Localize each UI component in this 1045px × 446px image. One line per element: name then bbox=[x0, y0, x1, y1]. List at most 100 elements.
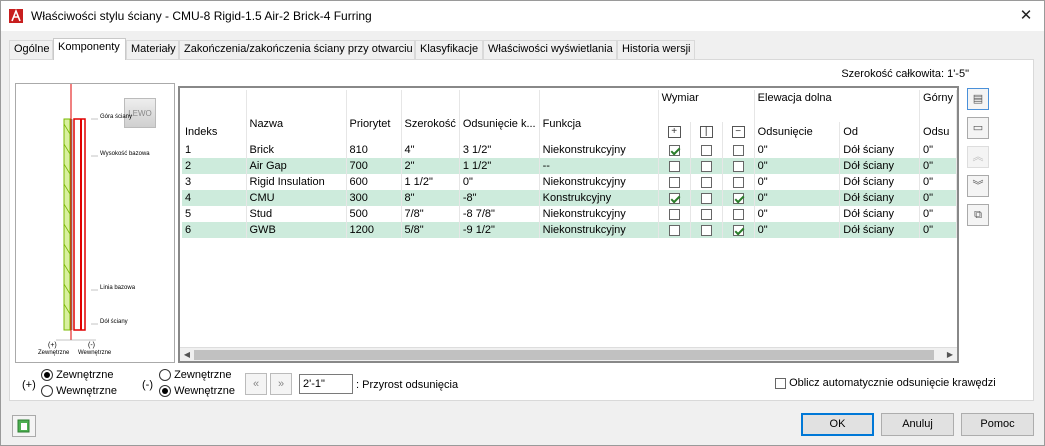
tab-endcaps[interactable]: Zakończenia/zakończenia ściany przy otwa… bbox=[179, 40, 415, 59]
cell-dim-both[interactable] bbox=[658, 174, 691, 190]
dimension-checkbox[interactable] bbox=[700, 160, 712, 172]
left-interior-radio[interactable] bbox=[41, 385, 53, 398]
header-offset[interactable]: Odsunięcie k... bbox=[459, 106, 540, 142]
cell-top-offset[interactable]: 0" bbox=[919, 158, 957, 174]
cell-name[interactable]: Brick bbox=[246, 142, 347, 158]
tab-version-history[interactable]: Historia wersji bbox=[617, 40, 695, 59]
cell-width[interactable]: 8" bbox=[401, 190, 460, 206]
cell-offset[interactable]: 1 1/2" bbox=[459, 158, 540, 174]
cell-dim-minus[interactable] bbox=[722, 222, 755, 238]
cell-elevation-offset[interactable]: 0" bbox=[754, 190, 841, 206]
cell-index[interactable]: 5 bbox=[182, 206, 247, 222]
cell-dim-center[interactable] bbox=[690, 158, 723, 174]
cell-dim-both[interactable] bbox=[658, 158, 691, 174]
left-exterior-radio[interactable] bbox=[41, 369, 53, 382]
cell-top-offset[interactable]: 0" bbox=[919, 222, 957, 238]
cell-elevation-offset[interactable]: 0" bbox=[754, 174, 841, 190]
decrement-offset-icon[interactable]: « bbox=[245, 373, 267, 395]
dimension-checkbox[interactable] bbox=[668, 208, 680, 220]
dimension-checkbox[interactable] bbox=[668, 176, 680, 188]
auto-offset-checkbox[interactable] bbox=[775, 377, 786, 389]
dimension-checkbox[interactable] bbox=[668, 144, 680, 156]
cell-index[interactable]: 4 bbox=[182, 190, 247, 206]
cell-priority[interactable]: 810 bbox=[346, 142, 402, 158]
cell-dim-both[interactable] bbox=[658, 190, 691, 206]
dimension-checkbox[interactable] bbox=[732, 144, 744, 156]
cell-function[interactable]: -- bbox=[539, 158, 659, 174]
cell-elevation-offset[interactable]: 0" bbox=[754, 206, 841, 222]
header-priority[interactable]: Priorytet bbox=[346, 106, 402, 142]
cell-offset[interactable]: -9 1/2" bbox=[459, 222, 540, 238]
table-row[interactable]: 1 Brick 810 4" 3 1/2" Niekonstrukcyjny 0" Dół ś… bbox=[182, 142, 957, 158]
right-interior-radio[interactable] bbox=[159, 385, 171, 398]
cell-priority[interactable]: 600 bbox=[346, 174, 402, 190]
cell-index[interactable]: 6 bbox=[182, 222, 247, 238]
cell-function[interactable]: Konstrukcyjny bbox=[539, 190, 659, 206]
dimension-checkbox[interactable] bbox=[700, 176, 712, 188]
right-opt-exterior[interactable]: Zewnętrzne bbox=[159, 369, 232, 382]
dimension-minus-icon[interactable]: − bbox=[731, 126, 745, 139]
add-component-icon[interactable]: ▤ bbox=[967, 88, 989, 110]
cell-priority[interactable]: 300 bbox=[346, 190, 402, 206]
cell-offset[interactable]: -8" bbox=[459, 190, 540, 206]
cell-dim-center[interactable] bbox=[690, 222, 723, 238]
cell-width[interactable]: 7/8" bbox=[401, 206, 460, 222]
cell-function[interactable]: Niekonstrukcyjny bbox=[539, 142, 659, 158]
cell-top-offset[interactable]: 0" bbox=[919, 142, 957, 158]
dimension-checkbox[interactable] bbox=[732, 192, 744, 204]
cell-name[interactable]: Rigid Insulation bbox=[246, 174, 347, 190]
cell-width[interactable]: 4" bbox=[401, 142, 460, 158]
tab-materials[interactable]: Materiały bbox=[126, 40, 179, 59]
cell-width[interactable]: 2" bbox=[401, 158, 460, 174]
close-icon[interactable]: ✕ bbox=[1014, 4, 1038, 28]
cell-top-offset[interactable]: 0" bbox=[919, 190, 957, 206]
tab-components[interactable]: Komponenty bbox=[53, 38, 126, 60]
cancel-button[interactable]: Anuluj bbox=[881, 413, 954, 436]
remove-component-icon[interactable]: ▭ bbox=[967, 117, 989, 139]
cell-name[interactable]: CMU bbox=[246, 190, 347, 206]
move-down-icon[interactable]: ︾ bbox=[967, 175, 989, 197]
cell-priority[interactable]: 500 bbox=[346, 206, 402, 222]
horizontal-scrollbar[interactable]: ◀ ▶ bbox=[180, 347, 957, 361]
dimension-checkbox[interactable] bbox=[668, 160, 680, 172]
cell-elevation-from[interactable]: Dół ściany bbox=[839, 190, 921, 206]
dimension-both-icon[interactable]: + bbox=[667, 126, 681, 139]
dimension-checkbox[interactable] bbox=[732, 176, 744, 188]
cell-elevation-offset[interactable]: 0" bbox=[754, 142, 841, 158]
dimension-checkbox[interactable] bbox=[668, 192, 680, 204]
table-row[interactable]: 3 Rigid Insulation 600 1 1/2" 0" Niekonstrukc… bbox=[182, 174, 957, 190]
header-width[interactable]: Szerokość bbox=[401, 106, 460, 142]
cell-dim-minus[interactable] bbox=[722, 190, 755, 206]
table-row[interactable]: 6 GWB 1200 5/8" -9 1/2" Niekonstrukcyjny 0" Dół… bbox=[182, 222, 957, 238]
copy-component-icon[interactable]: ⧉ bbox=[967, 204, 989, 226]
cell-offset[interactable]: 3 1/2" bbox=[459, 142, 540, 158]
cell-function[interactable]: Niekonstrukcyjny bbox=[539, 206, 659, 222]
cell-elevation-from[interactable]: Dół ściany bbox=[839, 174, 921, 190]
cell-index[interactable]: 3 bbox=[182, 174, 247, 190]
view-left-button[interactable]: LEWO bbox=[124, 98, 156, 128]
cell-dim-minus[interactable] bbox=[722, 142, 755, 158]
cell-width[interactable]: 1 1/2" bbox=[401, 174, 460, 190]
cell-dim-both[interactable] bbox=[658, 222, 691, 238]
table-row[interactable]: 2 Air Gap 700 2" 1 1/2" -- 0" Dół ściany 0" bbox=[182, 158, 957, 174]
cell-elevation-from[interactable]: Dół ściany bbox=[839, 142, 921, 158]
cell-priority[interactable]: 1200 bbox=[346, 222, 402, 238]
dimension-center-icon[interactable]: | bbox=[699, 126, 713, 139]
cell-dim-center[interactable] bbox=[690, 174, 723, 190]
increment-offset-icon[interactable]: » bbox=[270, 373, 292, 395]
right-opt-interior[interactable]: Wewnętrzne bbox=[159, 385, 235, 398]
cell-function[interactable]: Niekonstrukcyjny bbox=[539, 222, 659, 238]
cell-elevation-from[interactable]: Dół ściany bbox=[839, 222, 921, 238]
cell-top-offset[interactable]: 0" bbox=[919, 206, 957, 222]
cell-offset[interactable]: -8 7/8" bbox=[459, 206, 540, 222]
cell-dim-both[interactable] bbox=[658, 142, 691, 158]
cell-name[interactable]: Air Gap bbox=[246, 158, 347, 174]
help-book-icon[interactable] bbox=[12, 415, 36, 437]
dimension-checkbox[interactable] bbox=[700, 192, 712, 204]
move-up-icon[interactable]: ︽ bbox=[967, 146, 989, 168]
header-elevation-from[interactable]: Od bbox=[839, 122, 921, 142]
cell-index[interactable]: 1 bbox=[182, 142, 247, 158]
dimension-checkbox[interactable] bbox=[700, 144, 712, 156]
scrollbar-thumb[interactable] bbox=[194, 350, 934, 360]
tab-general[interactable]: Ogólne bbox=[9, 40, 53, 59]
